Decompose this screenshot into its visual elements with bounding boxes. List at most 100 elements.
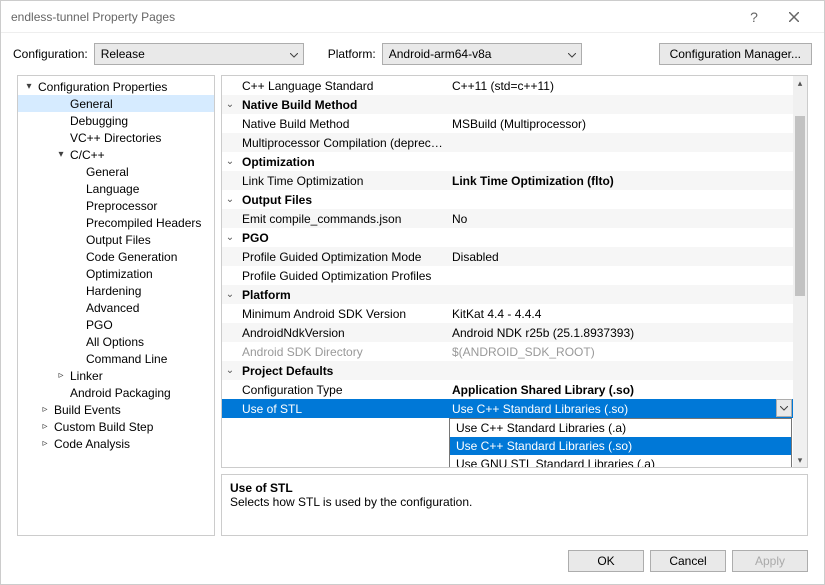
grid-row[interactable]: Profile Guided Optimization Profiles [222, 266, 793, 285]
grid-row[interactable]: Native Build MethodMSBuild (Multiprocess… [222, 114, 793, 133]
grid-group-row[interactable]: ⌄Platform [222, 285, 793, 304]
tree-item-label: Build Events [52, 403, 121, 417]
grid-row[interactable]: Configuration TypeApplication Shared Lib… [222, 380, 793, 399]
platform-label: Platform: [328, 47, 376, 61]
grid-row[interactable]: Multiprocessor Compilation (deprecated) [222, 133, 793, 152]
expand-icon[interactable]: ▹ [54, 370, 68, 381]
property-value[interactable]: KitKat 4.4 - 4.4.4 [448, 307, 793, 321]
tree-item-label: Code Generation [84, 250, 177, 264]
tree-item[interactable]: PGO [18, 316, 214, 333]
tree-item[interactable]: Debugging [18, 112, 214, 129]
tree-item[interactable]: Language [18, 180, 214, 197]
expand-icon[interactable]: ⌄ [222, 194, 238, 205]
tree-item[interactable]: VC++ Directories [18, 129, 214, 146]
scroll-up-icon[interactable]: ▴ [793, 76, 807, 90]
property-name: Project Defaults [238, 364, 448, 378]
collapse-icon[interactable]: ▾ [22, 81, 36, 92]
grid-row[interactable]: Profile Guided Optimization ModeDisabled [222, 247, 793, 266]
tree-item[interactable]: ▹Linker [18, 367, 214, 384]
tree-item[interactable]: General [18, 95, 214, 112]
expand-icon[interactable]: ⌄ [222, 289, 238, 300]
configuration-select[interactable]: Release [94, 43, 304, 65]
expand-icon[interactable]: ⌄ [222, 365, 238, 376]
grid-group-row[interactable]: ⌄Output Files [222, 190, 793, 209]
stl-dropdown-list[interactable]: Use C++ Standard Libraries (.a)Use C++ S… [449, 418, 792, 468]
expand-icon[interactable]: ⌄ [222, 156, 238, 167]
tree-item[interactable]: Preprocessor [18, 197, 214, 214]
main-area: ▾ Configuration Properties GeneralDebugg… [1, 75, 824, 544]
property-name: Use of STL [238, 402, 448, 416]
expand-icon[interactable]: ⌄ [222, 99, 238, 110]
ok-button[interactable]: OK [568, 550, 644, 572]
scroll-down-icon[interactable]: ▾ [793, 453, 807, 467]
tree-item[interactable]: Advanced [18, 299, 214, 316]
property-grid[interactable]: C++ Language StandardC++11 (std=c++11)⌄N… [221, 75, 808, 468]
property-name: Optimization [238, 155, 448, 169]
property-value[interactable]: Link Time Optimization (flto) [448, 174, 793, 188]
grid-group-row[interactable]: ⌄Project Defaults [222, 361, 793, 380]
cancel-button[interactable]: Cancel [650, 550, 726, 572]
tree-item[interactable]: ▹Custom Build Step [18, 418, 214, 435]
tree-item-label: Optimization [84, 267, 153, 281]
grid-group-row[interactable]: ⌄Native Build Method [222, 95, 793, 114]
property-value[interactable]: C++11 (std=c++11) [448, 79, 793, 93]
tree-item[interactable]: ▾C/C++ [18, 146, 214, 163]
expand-icon[interactable]: ▾ [54, 149, 68, 160]
chevron-down-icon [290, 47, 298, 61]
apply-button[interactable]: Apply [732, 550, 808, 572]
nav-tree[interactable]: ▾ Configuration Properties GeneralDebugg… [17, 75, 215, 536]
tree-item-label: Command Line [84, 352, 167, 366]
grid-row[interactable]: Emit compile_commands.jsonNo [222, 209, 793, 228]
expand-icon[interactable]: ▹ [38, 404, 52, 415]
platform-value: Android-arm64-v8a [389, 47, 492, 61]
tree-item[interactable]: Code Generation [18, 248, 214, 265]
tree-item[interactable]: Optimization [18, 265, 214, 282]
grid-group-row[interactable]: ⌄PGO [222, 228, 793, 247]
tree-item[interactable]: Precompiled Headers [18, 214, 214, 231]
configuration-manager-button[interactable]: Configuration Manager... [659, 43, 812, 65]
help-button[interactable]: ? [734, 1, 774, 33]
grid-row[interactable]: Android SDK Directory$(ANDROID_SDK_ROOT) [222, 342, 793, 361]
dropdown-option[interactable]: Use GNU STL Standard Libraries (.a) [450, 455, 791, 468]
property-value[interactable]: Application Shared Library (.so) [448, 383, 793, 397]
tree-item-label: General [68, 97, 113, 111]
tree-item[interactable]: All Options [18, 333, 214, 350]
dropdown-option[interactable]: Use C++ Standard Libraries (.a) [450, 419, 791, 437]
close-button[interactable] [774, 1, 814, 33]
value-dropdown-button[interactable] [776, 399, 792, 417]
grid-row[interactable]: C++ Language StandardC++11 (std=c++11) [222, 76, 793, 95]
platform-select[interactable]: Android-arm64-v8a [382, 43, 582, 65]
tree-item-label: PGO [84, 318, 113, 332]
tree-item[interactable]: ▹Code Analysis [18, 435, 214, 452]
property-value[interactable]: Android NDK r25b (25.1.8937393) [448, 326, 793, 340]
tree-root[interactable]: ▾ Configuration Properties [18, 78, 214, 95]
property-name: Native Build Method [238, 98, 448, 112]
grid-row[interactable]: AndroidNdkVersionAndroid NDK r25b (25.1.… [222, 323, 793, 342]
tree-item[interactable]: Hardening [18, 282, 214, 299]
property-value[interactable]: $(ANDROID_SDK_ROOT) [448, 345, 793, 359]
tree-item-label: All Options [84, 335, 144, 349]
property-value[interactable]: Disabled [448, 250, 793, 264]
property-value[interactable]: No [448, 212, 793, 226]
expand-icon[interactable]: ▹ [38, 438, 52, 449]
tree-item-label: Advanced [84, 301, 139, 315]
grid-group-row[interactable]: ⌄Optimization [222, 152, 793, 171]
grid-row[interactable]: Use of STLUse C++ Standard Libraries (.s… [222, 399, 793, 418]
tree-item[interactable]: ▹Build Events [18, 401, 214, 418]
property-name: Profile Guided Optimization Profiles [238, 269, 448, 283]
window-title: endless-tunnel Property Pages [11, 10, 734, 24]
tree-item[interactable]: Output Files [18, 231, 214, 248]
tree-item[interactable]: Command Line [18, 350, 214, 367]
dropdown-option[interactable]: Use C++ Standard Libraries (.so) [450, 437, 791, 455]
tree-item[interactable]: General [18, 163, 214, 180]
grid-row[interactable]: Link Time OptimizationLink Time Optimiza… [222, 171, 793, 190]
property-name: C++ Language Standard [238, 79, 448, 93]
tree-item[interactable]: Android Packaging [18, 384, 214, 401]
expand-icon[interactable]: ⌄ [222, 232, 238, 243]
grid-row[interactable]: Minimum Android SDK VersionKitKat 4.4 - … [222, 304, 793, 323]
property-value[interactable]: Use C++ Standard Libraries (.so) [448, 402, 793, 416]
property-value[interactable]: MSBuild (Multiprocessor) [448, 117, 793, 131]
expand-icon[interactable]: ▹ [38, 421, 52, 432]
vertical-scrollbar[interactable]: ▴ ▾ [793, 76, 807, 467]
scroll-thumb[interactable] [795, 116, 805, 296]
